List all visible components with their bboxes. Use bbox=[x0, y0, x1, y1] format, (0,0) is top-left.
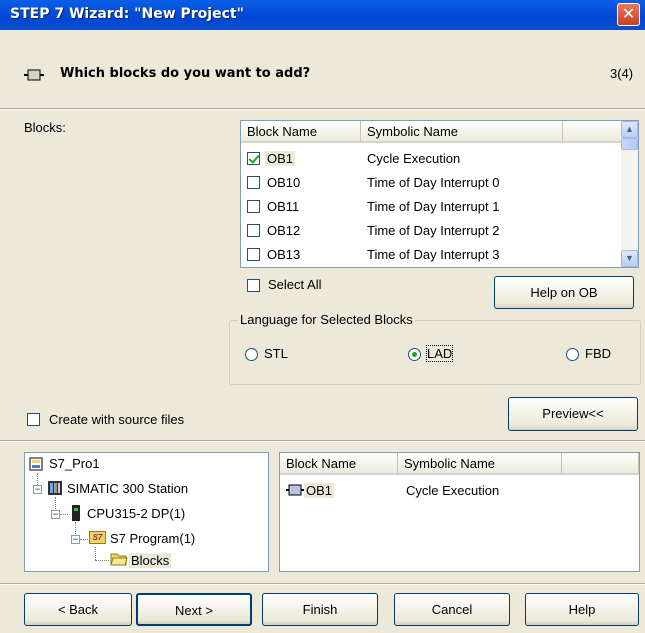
row-block-name: OB11 bbox=[267, 199, 300, 214]
radio-stl-label[interactable]: STL bbox=[264, 346, 288, 361]
row-checkbox[interactable] bbox=[247, 152, 260, 165]
bottom-separator bbox=[0, 583, 645, 585]
s7-program-icon: S7 bbox=[89, 531, 106, 544]
row-symbolic-name: Cycle Execution bbox=[406, 483, 500, 498]
preview-list[interactable]: Block Name Symbolic Name OB1 Cycle Execu… bbox=[279, 452, 640, 572]
radio-lad-label[interactable]: LAD bbox=[425, 345, 454, 362]
row-block-name: OB12 bbox=[267, 223, 301, 238]
back-button[interactable]: < Back bbox=[24, 593, 132, 626]
scroll-down-icon[interactable]: ▼ bbox=[621, 250, 638, 267]
cpu-icon bbox=[72, 505, 80, 521]
blocks-scrollbar[interactable]: ▲ ▼ bbox=[621, 121, 638, 267]
header-separator bbox=[0, 108, 645, 110]
col-empty bbox=[562, 453, 639, 475]
table-row[interactable]: OB1 Cycle Execution bbox=[280, 479, 639, 503]
radio-fbd-label[interactable]: FBD bbox=[585, 346, 611, 361]
station-icon bbox=[48, 481, 62, 495]
radio-stl[interactable] bbox=[245, 348, 258, 361]
row-checkbox[interactable] bbox=[247, 176, 260, 189]
close-button[interactable]: ✕ bbox=[617, 3, 640, 26]
help-button[interactable]: Help bbox=[525, 593, 639, 626]
row-block-name: OB1 bbox=[304, 483, 335, 498]
collapse-icon[interactable]: − bbox=[51, 510, 60, 519]
row-checkbox[interactable] bbox=[247, 200, 260, 213]
blocks-label-text: Blocks: bbox=[24, 120, 66, 135]
scroll-up-icon[interactable]: ▲ bbox=[621, 121, 638, 138]
col-empty bbox=[563, 121, 623, 143]
row-symbolic-name: Cycle Execution bbox=[367, 151, 461, 166]
select-all-checkbox[interactable] bbox=[247, 279, 260, 292]
row-block-name: OB10 bbox=[267, 175, 301, 190]
col-block-name[interactable]: Block Name bbox=[241, 121, 361, 143]
source-files-checkbox[interactable] bbox=[27, 413, 40, 426]
collapse-icon[interactable]: − bbox=[33, 485, 42, 494]
tree-node-program[interactable]: S7 Program(1) bbox=[110, 531, 195, 546]
row-symbolic-name: Time of Day Interrupt 0 bbox=[367, 175, 500, 190]
block-icon bbox=[286, 484, 304, 496]
row-checkbox[interactable] bbox=[247, 224, 260, 237]
tree-node-project[interactable]: S7_Pro1 bbox=[49, 456, 100, 471]
table-row[interactable]: OB13 Time of Day Interrupt 3 bbox=[241, 243, 638, 267]
step-question: Which blocks do you want to add? bbox=[60, 66, 311, 81]
tree-node-cpu[interactable]: CPU315-2 DP(1) bbox=[87, 506, 185, 521]
row-symbolic-name: Time of Day Interrupt 1 bbox=[367, 199, 500, 214]
tree-node-blocks[interactable]: Blocks bbox=[129, 553, 172, 568]
tree-node-station[interactable]: SIMATIC 300 Station bbox=[67, 481, 188, 496]
preview-list-header: Block Name Symbolic Name bbox=[280, 453, 639, 476]
tree-connector bbox=[95, 547, 96, 560]
radio-lad[interactable] bbox=[408, 348, 421, 361]
row-checkbox[interactable] bbox=[247, 248, 260, 261]
radio-fbd[interactable] bbox=[566, 348, 579, 361]
preview-button[interactable]: Preview<< bbox=[508, 397, 638, 431]
folder-open-icon bbox=[110, 553, 128, 566]
finish-button[interactable]: Finish bbox=[262, 593, 378, 626]
step-counter: 3(4) bbox=[610, 66, 634, 81]
blocks-list[interactable]: Block Name Symbolic Name OB1 Cycle Execu… bbox=[240, 120, 639, 268]
table-row[interactable]: OB10 Time of Day Interrupt 0 bbox=[241, 171, 638, 195]
tree-connector bbox=[60, 514, 68, 515]
select-all-label[interactable]: Select All bbox=[268, 277, 321, 292]
col-symbolic-name[interactable]: Symbolic Name bbox=[398, 453, 562, 475]
row-symbolic-name: Time of Day Interrupt 3 bbox=[367, 247, 500, 262]
col-symbolic-name[interactable]: Symbolic Name bbox=[361, 121, 563, 143]
blocks-list-header: Block Name Symbolic Name bbox=[241, 121, 623, 144]
tree-connector bbox=[95, 560, 109, 561]
language-group-title: Language for Selected Blocks bbox=[238, 312, 415, 327]
scroll-thumb[interactable] bbox=[621, 138, 638, 150]
row-symbolic-name: Time of Day Interrupt 2 bbox=[367, 223, 500, 238]
window-title: STEP 7 Wizard: "New Project" bbox=[10, 6, 244, 22]
row-block-name: OB1 bbox=[265, 151, 296, 166]
wizard-window: STEP 7 Wizard: "New Project" ✕ Which blo… bbox=[0, 0, 645, 633]
col-block-name[interactable]: Block Name bbox=[280, 453, 398, 475]
table-row[interactable]: OB11 Time of Day Interrupt 1 bbox=[241, 195, 638, 219]
project-icon bbox=[29, 457, 43, 471]
cancel-button[interactable]: Cancel bbox=[394, 593, 510, 626]
middle-separator bbox=[0, 440, 645, 442]
next-button[interactable]: Next > bbox=[136, 593, 252, 626]
title-bar[interactable]: STEP 7 Wizard: "New Project" ✕ bbox=[0, 0, 645, 30]
help-on-ob-button[interactable]: Help on OB bbox=[494, 276, 634, 309]
row-block-name: OB13 bbox=[267, 247, 301, 262]
table-row[interactable]: OB12 Time of Day Interrupt 2 bbox=[241, 219, 638, 243]
block-icon bbox=[24, 69, 44, 81]
tree-connector bbox=[80, 539, 88, 540]
blocks-label: Blocks: bbox=[24, 120, 66, 135]
table-row[interactable]: OB1 Cycle Execution bbox=[241, 147, 638, 171]
project-tree[interactable]: S7_Pro1 − SIMATIC 300 Station − CPU315-2… bbox=[24, 452, 269, 572]
collapse-icon[interactable]: − bbox=[71, 535, 80, 544]
source-files-label[interactable]: Create with source files bbox=[49, 412, 184, 427]
